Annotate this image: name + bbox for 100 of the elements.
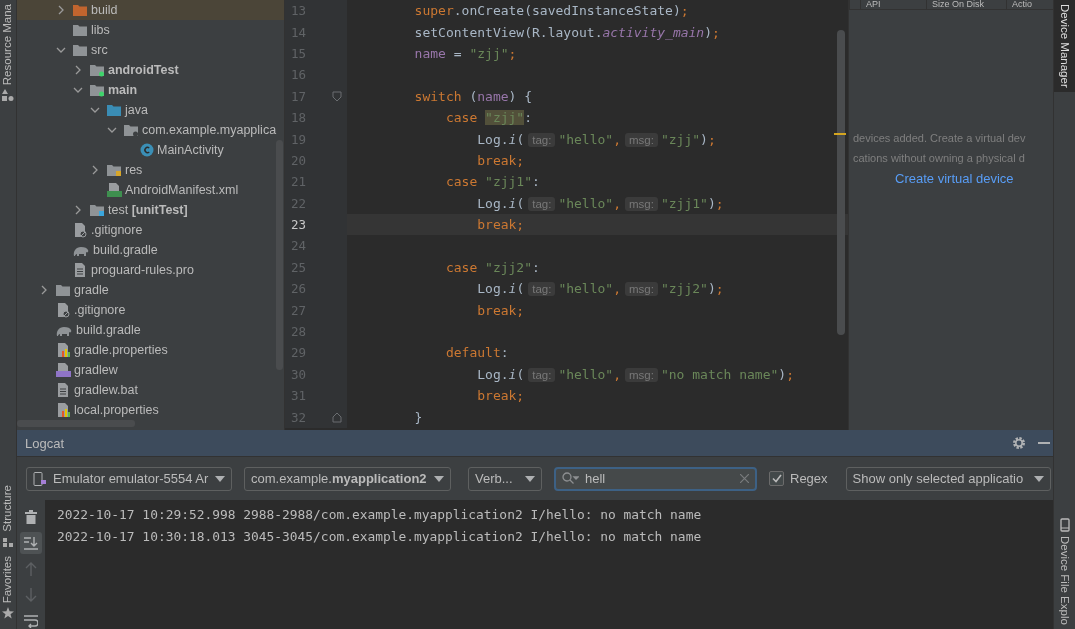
folder-icon xyxy=(72,43,88,57)
log-line: 2022-10-17 10:30:18.013 3045-3045/com.example.myapplication2 I/hello: no match name xyxy=(57,528,703,546)
tree-item[interactable]: src xyxy=(17,40,284,60)
structure-icon xyxy=(2,535,14,548)
chevron-right-icon[interactable] xyxy=(73,65,83,75)
ignored-file-icon xyxy=(55,302,71,318)
settings-icon[interactable] xyxy=(1011,436,1026,450)
code-line: Log.i( tag: "hello", msg: "no match name"); xyxy=(476,366,794,382)
column-header[interactable]: API xyxy=(860,0,926,9)
code-line: default: xyxy=(444,345,509,361)
tree-item[interactable]: .gitignore xyxy=(17,300,284,320)
tree-item[interactable]: proguard-rules.pro xyxy=(17,260,284,280)
soft-wrap-icon xyxy=(24,614,38,628)
phone-icon xyxy=(1059,518,1070,533)
create-device-link[interactable]: Create virtual device xyxy=(895,171,1014,186)
tool-window-tab[interactable]: Device File Explo xyxy=(1054,514,1075,629)
manifest-file-icon xyxy=(106,182,122,198)
folder-icon xyxy=(72,23,88,37)
tree-item[interactable]: gradle.properties xyxy=(17,340,284,360)
device-dropdown[interactable]: Emulator emulator-5554 Ar xyxy=(26,466,232,491)
caret-icon xyxy=(434,475,444,482)
search-input[interactable]: hell xyxy=(585,471,734,486)
tree-item[interactable]: libs xyxy=(17,20,284,40)
fold-marker-icon[interactable] xyxy=(332,411,342,423)
code-line: Log.i( tag: "hello", msg: "zjj2"); xyxy=(476,281,724,297)
folder-icon xyxy=(55,283,71,297)
script-file-icon xyxy=(55,362,71,378)
chevron-right-icon[interactable] xyxy=(39,285,49,295)
arrow-down-icon xyxy=(25,588,37,602)
folder-icon xyxy=(89,63,105,77)
chevron-right-icon[interactable] xyxy=(56,5,66,15)
code-line: name = "zjj"; xyxy=(413,45,517,61)
chevron-down-icon[interactable] xyxy=(56,45,66,55)
tree-item[interactable]: androidTest xyxy=(17,60,284,80)
code-line: break; xyxy=(476,152,525,168)
folder-icon xyxy=(72,3,88,17)
package-icon xyxy=(123,123,139,137)
shapes-icon xyxy=(2,89,14,102)
star-icon xyxy=(2,607,14,619)
code-line: break; xyxy=(476,388,525,404)
filter-dropdown[interactable]: Show only selected applicatio xyxy=(845,466,1051,491)
chevron-right-icon[interactable] xyxy=(73,205,83,215)
warning-stripe xyxy=(834,133,846,135)
tree-item[interactable]: res xyxy=(17,160,284,180)
code-line: switch (name) { xyxy=(413,88,533,104)
tree-item[interactable]: main xyxy=(17,80,284,100)
code-line: super.onCreate(savedInstanceState); xyxy=(413,3,689,19)
ignored-file-icon xyxy=(72,222,88,238)
column-header[interactable]: Size On Disk xyxy=(926,0,1006,9)
empty-message: devices added. Create a virtual dev xyxy=(852,131,1027,146)
tree-item[interactable]: gradlew xyxy=(17,360,284,380)
column-header[interactable]: Actio xyxy=(1006,0,1046,9)
caret-icon xyxy=(1033,475,1044,482)
code-line: setContentView(R.layout.activity_main); xyxy=(413,24,720,40)
tree-item[interactable]: local.properties xyxy=(17,400,284,420)
line-number: 23 xyxy=(291,217,307,233)
tree-item[interactable]: build.gradle xyxy=(17,240,284,260)
code-line: case "zjj2": xyxy=(444,259,540,275)
empty-message: cations without owning a physical d xyxy=(852,151,1026,166)
code-line: break; xyxy=(476,302,525,318)
clear-icon[interactable] xyxy=(740,474,749,483)
folder-icon xyxy=(89,203,105,217)
device-icon xyxy=(33,471,47,486)
tree-item[interactable]: build.gradle xyxy=(17,320,284,340)
search-box[interactable]: hell xyxy=(554,466,757,491)
code-line: Log.i( tag: "hello", msg: "zjj"); xyxy=(476,131,716,147)
class-icon xyxy=(140,143,154,157)
search-icon xyxy=(562,472,579,485)
folder-icon xyxy=(106,163,122,177)
tree-item[interactable]: build xyxy=(17,0,284,20)
tree-item[interactable]: java xyxy=(17,100,284,120)
tree-item[interactable]: AndroidManifest.xml xyxy=(17,180,284,200)
scrollbar-thumb[interactable] xyxy=(837,30,845,335)
toolbar-button[interactable] xyxy=(20,532,42,554)
text-file-icon xyxy=(55,382,71,398)
tree-item[interactable]: com.example.myapplica xyxy=(17,120,284,140)
panel-title: Logcat xyxy=(25,435,66,451)
scrollbar-thumb[interactable] xyxy=(276,140,283,370)
tree-item[interactable]: MainActivity xyxy=(17,140,284,160)
tool-window-tab[interactable]: Structure xyxy=(0,481,16,552)
chevron-right-icon[interactable] xyxy=(90,165,100,175)
folder-icon xyxy=(89,83,105,97)
trash-icon xyxy=(25,510,37,524)
regex-checkbox[interactable]: Regex xyxy=(769,471,828,486)
tree-item[interactable]: test [unitTest] xyxy=(17,200,284,220)
scrollbar-thumb[interactable] xyxy=(17,420,135,427)
tool-window-tab[interactable]: Device Manager xyxy=(1054,0,1075,92)
folder-icon xyxy=(106,103,122,117)
log-level-dropdown[interactable]: Verb... xyxy=(468,466,542,491)
tree-item[interactable]: gradlew.bat xyxy=(17,380,284,400)
fold-marker-icon[interactable] xyxy=(332,90,342,102)
minimize-icon[interactable] xyxy=(1037,442,1050,444)
code-line: break; xyxy=(476,217,525,233)
package-dropdown[interactable]: com.example.myapplication2 xyxy=(244,466,451,491)
code-line: case "zjj1": xyxy=(444,174,540,190)
tree-item[interactable]: .gitignore xyxy=(17,220,284,240)
tree-item[interactable]: gradle xyxy=(17,280,284,300)
tool-window-tab[interactable]: Resource Mana xyxy=(0,0,16,106)
tool-window-tab[interactable]: Favorites xyxy=(0,551,16,629)
caret-icon xyxy=(525,475,535,482)
